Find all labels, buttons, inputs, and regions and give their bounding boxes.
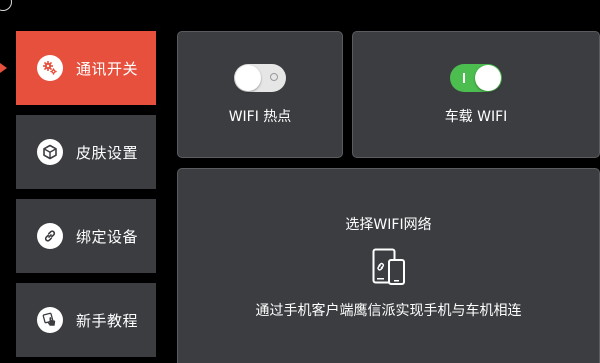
gears-icon [37,55,63,81]
wifi-network-description: 通过手机客户端鹰信派实现手机与车机相连 [255,303,522,319]
phone-tablet-link-icon [372,248,405,285]
sidebar-item-tutorial[interactable]: 新手教程 [16,283,156,357]
sidebar-item-label: 新手教程 [76,311,139,330]
toggle-knob [475,65,501,91]
sidebar-item-label: 通讯开关 [76,59,139,78]
selection-arrow-icon [0,63,7,73]
cube-icon [37,139,63,165]
link-icon [37,223,63,249]
toggle-off-mark-icon [270,73,278,81]
wifi-hotspot-label: WIFI 热点 [228,109,292,125]
car-wifi-toggle[interactable] [450,64,502,92]
sidebar-item-communication-switch[interactable]: 通讯开关 [16,31,156,105]
sidebar-item-label: 绑定设备 [76,227,139,246]
car-wifi-card: 车载 WIFI [352,31,600,158]
hand-tap-icon [37,307,63,333]
wifi-network-title: 选择WIFI网络 [345,217,432,233]
sidebar-item-skin-settings[interactable]: 皮肤设置 [16,115,156,189]
wifi-hotspot-card: WIFI 热点 [177,31,343,158]
corner-circle-icon [0,0,12,11]
wifi-hotspot-toggle[interactable] [234,64,286,92]
toggle-knob [235,65,261,91]
car-wifi-label: 车载 WIFI [444,109,508,125]
screen: 通讯开关 皮肤设置 绑定设备 新手教程 WIFI 热点 车载 WIFI 选择WI… [0,0,600,363]
toggle-on-mark-icon [463,73,465,83]
sidebar-item-label: 皮肤设置 [76,143,139,162]
sidebar-item-bind-device[interactable]: 绑定设备 [16,199,156,273]
select-wifi-network-card[interactable]: 选择WIFI网络 通过手机客户端鹰信派实现手机与车机相连 [177,168,600,363]
